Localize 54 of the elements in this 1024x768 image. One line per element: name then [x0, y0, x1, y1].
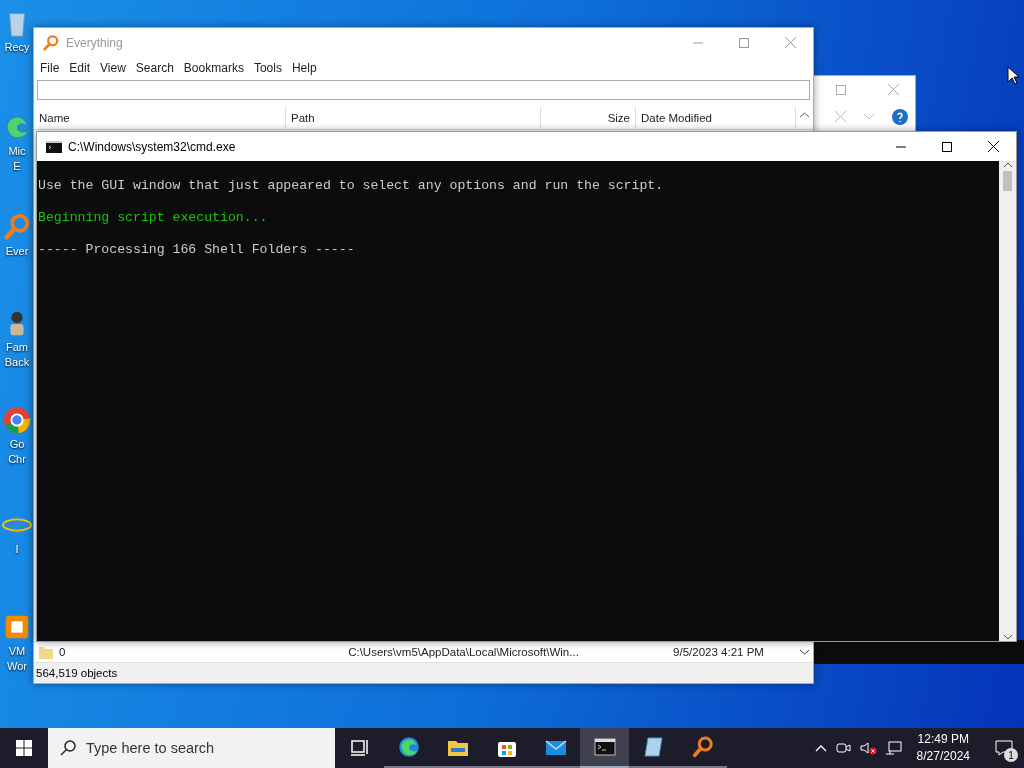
scroll-up-icon[interactable] — [1002, 161, 1013, 169]
desktop-icon-label: VM Wor — [7, 644, 27, 674]
table-cell: 0 — [59, 646, 66, 658]
taskbar-button[interactable] — [580, 728, 629, 768]
desktop-icon-label: Ever — [5, 244, 29, 259]
close-icon[interactable] — [987, 141, 999, 152]
cmd-icon[interactable] — [592, 735, 617, 759]
menu-item[interactable]: Edit — [65, 60, 95, 75]
clock[interactable]: 12:49 PM 8/27/2024 — [916, 731, 970, 765]
console-line: Use the GUI window that just appeared to select any options and run the script. — [38, 178, 665, 194]
scrollbar[interactable] — [999, 161, 1016, 641]
mouse-cursor-icon — [1007, 66, 1019, 85]
menu-item[interactable]: Bookmarks — [179, 60, 248, 75]
window-title: Everything — [66, 35, 124, 50]
search-field[interactable]: Type here to search — [48, 728, 335, 768]
chrome-shortcut-icon[interactable] — [2, 405, 32, 435]
scroll-down-icon[interactable] — [1002, 633, 1013, 641]
camera-icon[interactable] — [834, 740, 851, 756]
search-icon — [60, 740, 76, 756]
desktop-icon-label: Mic E — [8, 144, 26, 174]
start-icon[interactable] — [16, 740, 32, 756]
desktop-icon-label: Go Chr — [8, 437, 26, 467]
folder-icon — [39, 645, 53, 659]
network-icon[interactable] — [884, 740, 903, 756]
menu-item[interactable]: Help — [287, 60, 321, 75]
table-cell: C:\Users\vm5\AppData\Local\Microsoft\Win... — [348, 646, 579, 658]
scroll-thumb[interactable] — [1003, 171, 1012, 191]
menu-item[interactable]: File — [36, 60, 64, 75]
table-cell: 9/5/2023 4:21 PM — [673, 646, 764, 658]
menu-item[interactable]: View — [96, 60, 130, 75]
menu-item[interactable]: Search — [131, 60, 178, 75]
everything-icon[interactable] — [690, 735, 715, 759]
notification-button[interactable]: 1 — [984, 728, 1024, 768]
column-header[interactable]: Name — [34, 107, 286, 129]
desktop-icon-label: I — [15, 542, 19, 557]
search-field[interactable] — [37, 80, 810, 100]
column-header[interactable]: Path — [286, 107, 541, 129]
app-icon[interactable] — [42, 33, 60, 52]
window-title: C:\Windows\system32\cmd.exe — [68, 139, 237, 154]
menu-item[interactable]: Tools — [249, 60, 286, 75]
desktop-icon-label: Recy — [4, 40, 30, 55]
status-text: 564,519 objects — [36, 667, 118, 679]
console-line: ----- Processing 166 Shell Folders ----- — [38, 242, 356, 258]
help-icon[interactable] — [892, 108, 908, 125]
column-header[interactable]: Size — [541, 107, 636, 129]
column-header[interactable]: Date Modified — [636, 107, 796, 129]
maximize-icon[interactable] — [942, 141, 952, 152]
console-line: Beginning script execution... — [38, 210, 269, 226]
notepad-icon[interactable] — [641, 735, 666, 759]
chevron-up-icon[interactable] — [814, 744, 827, 752]
muted-speaker-icon[interactable] — [858, 740, 877, 756]
desktop-icon-label: Fam Back — [4, 340, 30, 370]
notification-badge: 1 — [1004, 748, 1018, 762]
console-icon — [46, 140, 62, 153]
